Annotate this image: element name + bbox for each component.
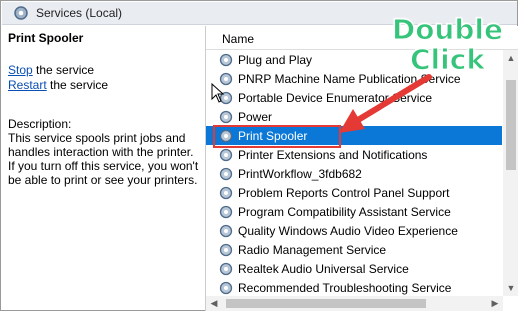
gear-icon [12,4,30,22]
service-row-label: Realtek Audio Universal Service [238,261,409,276]
service-row[interactable]: Program Compatibility Assistant Service [206,202,502,221]
service-row-label: Power [238,109,273,124]
service-gear-icon [219,167,233,180]
service-row[interactable]: Realtek Audio Universal Service [206,259,502,278]
service-row-label: Quality Windows Audio Video Experience [238,223,458,238]
restart-action: Restart the service [8,78,204,93]
horizontal-scroll-thumb[interactable] [226,299,426,308]
service-row[interactable]: Print Spooler [206,126,502,145]
service-gear-icon [219,53,233,66]
service-row[interactable]: Recommended Troubleshooting Service [206,278,502,297]
service-details-pane: Print Spooler Stop the service Restart t… [8,31,204,187]
column-name-label: Name [222,32,255,46]
annotation-line-1: Double [391,13,503,46]
scroll-right-icon[interactable]: ▶ [487,296,503,311]
service-row[interactable]: Radio Management Service [206,240,502,259]
services-list: Plug and Play PNRP Machine Name Publicati… [206,50,502,297]
vertical-scroll-thumb[interactable] [506,80,516,170]
annotation-line-2: Click [409,43,485,76]
description-label: Description: [8,117,72,131]
window-title: Services (Local) [36,6,123,20]
description-text: This service spools print jobs and handl… [8,131,199,187]
mouse-cursor-icon [211,83,225,103]
service-row[interactable]: Portable Device Enumerator Service [206,88,502,107]
service-row-label: Printer Extensions and Notifications [238,147,428,162]
service-gear-icon [219,262,233,275]
horizontal-scrollbar[interactable]: ◀ ▶ [206,296,503,311]
service-gear-icon [219,205,233,218]
stop-service-link[interactable]: Stop [8,63,33,77]
service-gear-icon [219,281,233,294]
service-row-label: Portable Device Enumerator Service [238,90,433,105]
service-row-label: PrintWorkflow_3fdb682 [238,166,362,181]
service-gear-icon [219,224,233,237]
restart-suffix: the service [46,78,109,92]
service-gear-icon [219,110,233,123]
scroll-down-icon[interactable]: ▼ [503,280,518,296]
service-row[interactable]: Power [206,107,502,126]
service-row[interactable]: Problem Reports Control Panel Support [206,183,502,202]
stop-action: Stop the service [8,63,204,78]
restart-service-link[interactable]: Restart [8,78,47,92]
service-row[interactable]: PrintWorkflow_3fdb682 [206,164,502,183]
service-row[interactable]: Quality Windows Audio Video Experience [206,221,502,240]
service-gear-icon [219,129,233,142]
service-row-label: Recommended Troubleshooting Service [238,280,452,295]
service-row-label: Print Spooler [238,128,308,143]
service-row[interactable]: Printer Extensions and Notifications [206,145,502,164]
service-name-heading: Print Spooler [8,31,84,45]
service-row-label: Program Compatibility Assistant Service [238,204,451,219]
scroll-left-icon[interactable]: ◀ [206,296,222,311]
services-window: Services (Local) Print Spooler Stop the … [0,0,518,311]
service-gear-icon [219,243,233,256]
vertical-scrollbar[interactable]: ▲ ▼ [503,50,518,296]
service-gear-icon [219,186,233,199]
double-click-annotation: Double Click [391,13,503,76]
service-row-label: Radio Management Service [238,242,387,257]
stop-suffix: the service [32,63,95,77]
service-row-label: Problem Reports Control Panel Support [238,185,450,200]
service-gear-icon [219,148,233,161]
scroll-up-icon[interactable]: ▲ [503,50,518,66]
service-row-label: Plug and Play [238,52,313,67]
